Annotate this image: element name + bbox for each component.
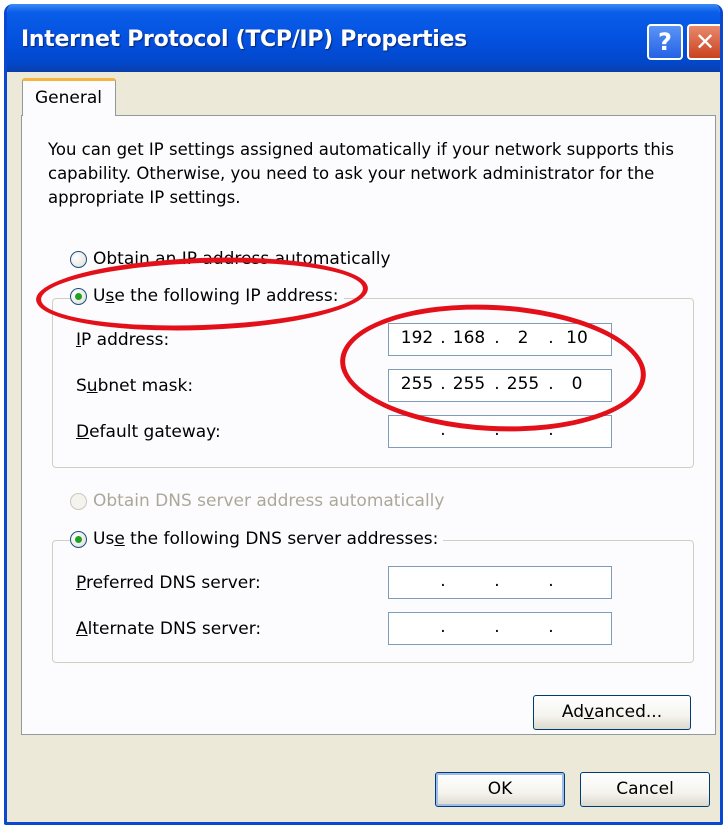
tab-general[interactable]: General <box>22 78 116 116</box>
ip-manual-radio[interactable] <box>70 287 87 305</box>
alternate-dns-input[interactable]: . . . <box>388 612 612 645</box>
ip-auto-option[interactable]: Obtain an IP address automatically <box>70 249 391 269</box>
ip-auto-label: Obtain an IP address automatically <box>93 249 391 269</box>
default-gateway-label: Default gateway: <box>76 422 221 442</box>
dns-auto-radio[interactable] <box>70 492 87 510</box>
dialog-content: General You can get IP settings assigned… <box>7 72 720 822</box>
general-panel: You can get IP settings assigned automat… <box>21 115 716 735</box>
help-icon: ? <box>658 28 672 56</box>
dns-auto-option[interactable]: Obtain DNS server address automatically <box>70 491 444 511</box>
dns-manual-label: Use the following DNS server addresses: <box>93 529 439 549</box>
ok-button[interactable]: OK <box>435 772 565 807</box>
close-icon: ✕ <box>694 28 716 56</box>
subnet-mask-input[interactable]: 255 . 255 . 255 . 0 <box>388 369 612 402</box>
alternate-dns-label: Alternate DNS server: <box>76 619 262 639</box>
close-button[interactable]: ✕ <box>687 24 720 60</box>
window-title: Internet Protocol (TCP/IP) Properties <box>21 27 467 52</box>
cancel-button[interactable]: Cancel <box>580 772 710 807</box>
dns-manual-option[interactable]: Use the following DNS server addresses: <box>70 529 444 549</box>
title-bar[interactable]: Internet Protocol (TCP/IP) Properties ? … <box>7 4 720 72</box>
description-text: You can get IP settings assigned automat… <box>48 140 674 207</box>
ip-address-input[interactable]: 192 . 168 . 2 . 10 <box>388 323 612 356</box>
help-button[interactable]: ? <box>647 24 683 60</box>
default-gateway-input[interactable]: . . . <box>388 415 612 448</box>
advanced-button[interactable]: Advanced... <box>533 695 691 730</box>
preferred-dns-label: Preferred DNS server: <box>76 573 261 593</box>
ip-manual-label: Use the following IP address: <box>93 286 339 306</box>
ip-address-label: IP address: <box>76 330 170 350</box>
subnet-mask-label: Subnet mask: <box>76 376 194 396</box>
ip-manual-option[interactable]: Use the following IP address: <box>70 286 344 306</box>
dns-auto-label: Obtain DNS server address automatically <box>93 491 445 511</box>
properties-window: Internet Protocol (TCP/IP) Properties ? … <box>4 4 723 825</box>
ip-auto-radio[interactable] <box>70 250 87 268</box>
dns-manual-radio[interactable] <box>70 530 87 548</box>
preferred-dns-input[interactable]: . . . <box>388 566 612 599</box>
